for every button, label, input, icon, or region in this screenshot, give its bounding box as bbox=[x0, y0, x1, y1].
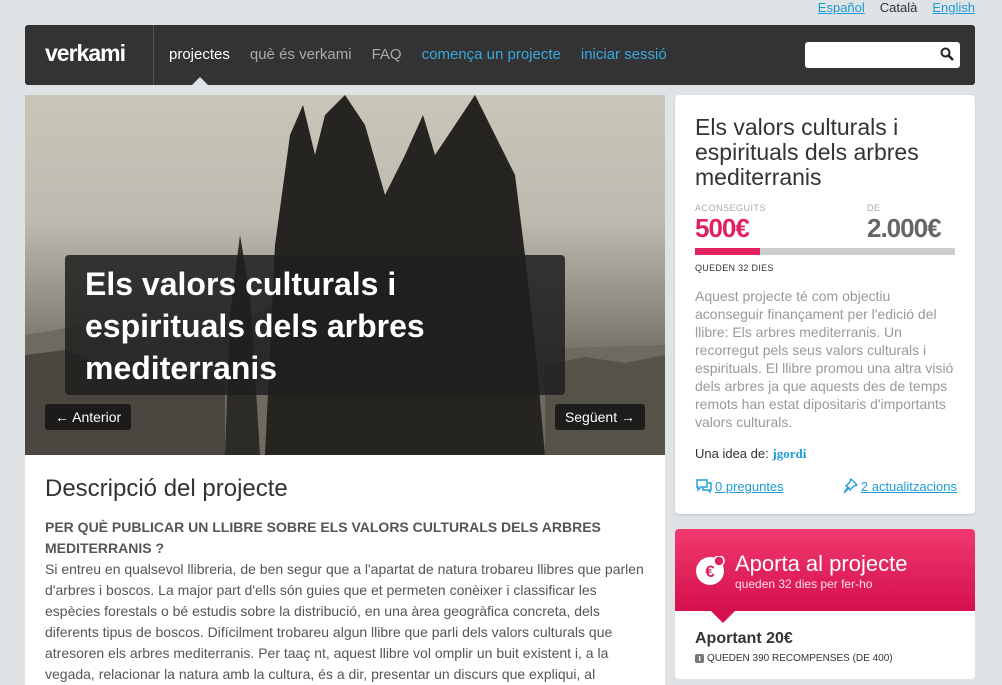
days-left: QUEDEN 32 DIES bbox=[695, 263, 774, 273]
updates-link[interactable]: 2 actualitzacions bbox=[841, 478, 957, 494]
project-description: Descripció del projecte PER QUÈ PUBLICAR… bbox=[45, 475, 647, 685]
search-input[interactable] bbox=[811, 42, 940, 68]
lang-english-link[interactable]: English bbox=[932, 0, 975, 15]
nav-iniciar-sessio[interactable]: iniciar sessió bbox=[581, 46, 667, 63]
raised-label: ACONSEGUITS bbox=[695, 203, 767, 213]
nav-menu: projectes què és verkami FAQ comença un … bbox=[169, 46, 667, 63]
main-column: Els valors culturals i espirituals dels … bbox=[25, 95, 665, 685]
pin-icon bbox=[843, 478, 859, 494]
raised-amount: 500€ bbox=[695, 213, 750, 243]
search-icon[interactable] bbox=[940, 47, 954, 66]
reward-availability: QUEDEN 390 RECOMPENSES (DE 400) bbox=[695, 653, 893, 664]
nav-faq[interactable]: FAQ bbox=[372, 46, 402, 63]
info-icon bbox=[695, 654, 704, 663]
nav-que-es-verkami[interactable]: què és verkami bbox=[250, 46, 352, 63]
updates-label: 2 actualitzacions bbox=[860, 478, 957, 494]
contribute-header[interactable]: € Aporta al projecte queden 32 dies per … bbox=[675, 529, 975, 611]
raised-stat: ACONSEGUITS 500€ bbox=[695, 203, 766, 244]
project-links: 0 preguntes 2 actualitzacions bbox=[695, 478, 957, 497]
svg-text:€: € bbox=[705, 562, 715, 581]
goal-stat: DE 2.000€ bbox=[867, 203, 942, 244]
funding-progress-bar bbox=[695, 248, 955, 255]
search-box bbox=[805, 42, 960, 68]
euro-coin-icon: € bbox=[695, 555, 725, 591]
nav-divider bbox=[153, 25, 154, 85]
hero-caption-box: Els valors culturals i espirituals dels … bbox=[65, 255, 565, 395]
next-button[interactable]: Següent → bbox=[554, 404, 645, 430]
language-switcher: Español Català English bbox=[818, 0, 975, 15]
active-nav-indicator bbox=[192, 77, 208, 85]
top-navbar: verkami projectes què és verkami FAQ com… bbox=[25, 25, 975, 85]
idea-by: Una idea de: jgordi bbox=[695, 446, 806, 462]
goal-amount: 2.000€ bbox=[867, 213, 942, 243]
description-body: Si entreu en qualsevol llibreria, de ben… bbox=[45, 561, 644, 682]
contribute-title: Aporta al projecte bbox=[735, 551, 908, 576]
lang-espanol-link[interactable]: Español bbox=[818, 0, 865, 15]
funding-progress-fill bbox=[695, 248, 760, 255]
previous-button[interactable]: ← Anterior bbox=[45, 404, 132, 430]
nav-comenca-projecte[interactable]: comença un projecte bbox=[422, 46, 561, 63]
author-link[interactable]: jgordi bbox=[772, 446, 806, 461]
description-heading: Descripció del projecte bbox=[45, 475, 288, 502]
hero-title: Els valors culturals i espirituals dels … bbox=[85, 266, 425, 386]
questions-label: 0 preguntes bbox=[715, 478, 784, 494]
lang-catala-current: Català bbox=[879, 0, 918, 15]
contribute-subtitle: queden 32 dies per fer-ho bbox=[735, 577, 873, 591]
project-summary: Aquest projecte té com objectiu aconsegu… bbox=[695, 288, 954, 430]
verkami-logo[interactable]: verkami bbox=[45, 40, 126, 67]
reward-title[interactable]: Aportant 20€ bbox=[695, 630, 793, 648]
contribute-arrow bbox=[710, 610, 736, 623]
speech-bubbles-icon bbox=[696, 479, 712, 494]
questions-link[interactable]: 0 preguntes bbox=[695, 478, 784, 494]
contribute-panel: € Aporta al projecte queden 32 dies per … bbox=[675, 529, 975, 679]
nav-projectes[interactable]: projectes bbox=[169, 46, 230, 63]
project-title: Els valors culturals i espirituals dels … bbox=[695, 114, 919, 190]
goal-label: DE bbox=[867, 203, 881, 213]
description-question: PER QUÈ PUBLICAR UN LLIBRE SOBRE ELS VAL… bbox=[45, 519, 601, 556]
idea-label: Una idea de: bbox=[695, 446, 769, 461]
hero-slideshow: Els valors culturals i espirituals dels … bbox=[25, 95, 665, 455]
project-summary-panel: Els valors culturals i espirituals dels … bbox=[675, 95, 975, 514]
reward-remaining: QUEDEN 390 RECOMPENSES (DE 400) bbox=[707, 653, 893, 664]
